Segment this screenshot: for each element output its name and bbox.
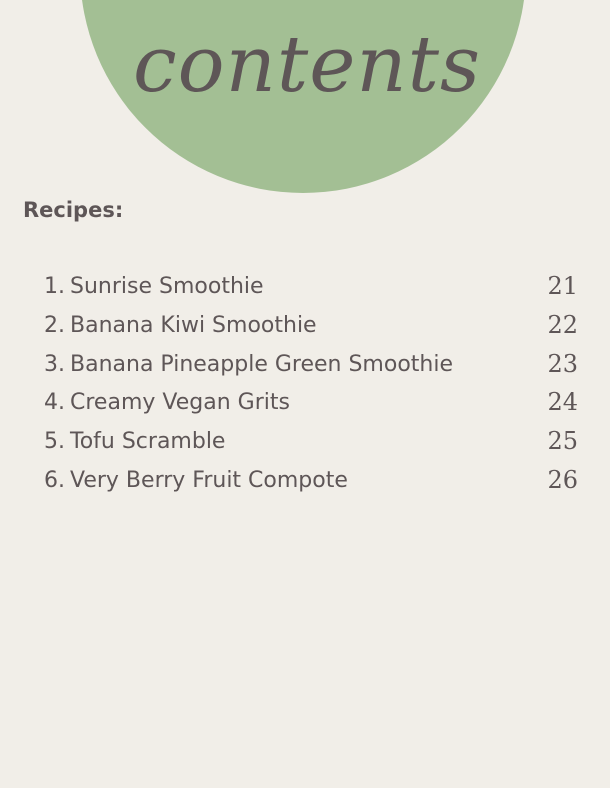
entry-page: 23 xyxy=(547,349,578,378)
entry-title: Banana Kiwi Smoothie xyxy=(70,312,317,338)
entry-title: Very Berry Fruit Compote xyxy=(70,467,348,493)
entry-page: 21 xyxy=(547,272,578,300)
entry-number: 4. xyxy=(44,390,65,416)
entry-number: 2. xyxy=(44,312,65,338)
table-of-contents: 1. Sunrise Smoothie 21 2. Banana Kiwi Sm… xyxy=(44,270,584,503)
toc-entry[interactable]: 6. Very Berry Fruit Compote 26 xyxy=(44,464,584,503)
entry-title: Banana Pineapple Green Smoothie xyxy=(70,351,453,377)
toc-entry[interactable]: 1. Sunrise Smoothie 21 xyxy=(44,270,584,309)
entry-page: 24 xyxy=(547,388,578,417)
entry-title: Sunrise Smoothie xyxy=(70,274,264,299)
entry-number: 3. xyxy=(44,351,65,377)
toc-entry[interactable]: 5. Tofu Scramble 25 xyxy=(44,425,584,464)
entry-number: 6. xyxy=(44,467,65,493)
page-title: contents xyxy=(133,20,481,110)
entry-number: 5. xyxy=(44,429,65,455)
entry-number: 1. xyxy=(44,274,65,299)
entry-page: 25 xyxy=(547,427,578,456)
entry-title: Creamy Vegan Grits xyxy=(70,390,290,416)
toc-entry[interactable]: 4. Creamy Vegan Grits 24 xyxy=(44,386,584,425)
toc-entry[interactable]: 3. Banana Pineapple Green Smoothie 23 xyxy=(44,348,584,387)
entry-page: 22 xyxy=(547,310,578,339)
entry-page: 26 xyxy=(547,465,578,494)
section-heading-recipes: Recipes: xyxy=(23,198,124,222)
entry-title: Tofu Scramble xyxy=(70,429,226,455)
toc-entry[interactable]: 2. Banana Kiwi Smoothie 22 xyxy=(44,309,584,348)
